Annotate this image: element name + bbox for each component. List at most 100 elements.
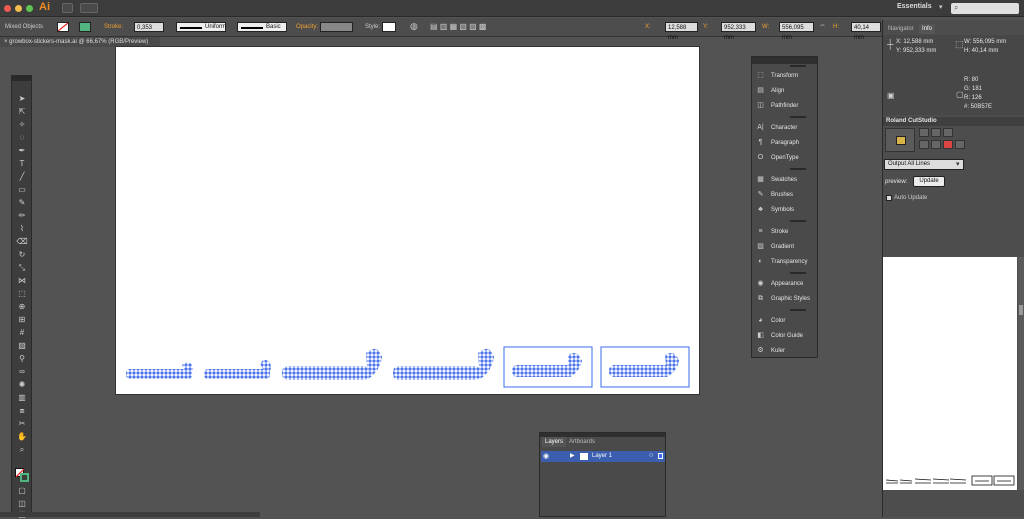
free-transform-tool-icon[interactable]: ⬚ — [16, 289, 28, 298]
minimize-window-button[interactable] — [15, 5, 22, 12]
update-button[interactable]: Update — [913, 176, 945, 187]
layer-name[interactable]: Layer 1 — [592, 453, 612, 459]
panel-dock-header[interactable] — [752, 57, 817, 64]
right-scrollbar-thumb[interactable] — [1019, 305, 1023, 315]
panel-swatches[interactable]: ▦ Swatches — [756, 174, 797, 186]
panel-character[interactable]: A| Character — [756, 122, 797, 134]
panel-appearance[interactable]: ◉ Appearance — [756, 278, 803, 290]
link-proportions-icon[interactable]: ⇔ — [819, 22, 826, 29]
line-tool-icon[interactable]: ╱ — [16, 172, 28, 181]
shape-builder-tool-icon[interactable]: ⊕ — [16, 302, 28, 311]
stroke-label[interactable]: Stroke: — [104, 24, 123, 30]
w-field[interactable]: 556,095 mm — [779, 22, 814, 41]
color-mode-icons[interactable]: ▢ — [16, 486, 28, 495]
graphic-style-swatch[interactable] — [382, 22, 396, 32]
registration-tool-icon[interactable] — [931, 140, 941, 149]
y-field[interactable]: 952,333 mm — [721, 22, 756, 41]
lasso-tool-icon[interactable]: ◌ — [16, 133, 28, 142]
settings-tool-icon[interactable] — [955, 140, 965, 149]
auto-update-checkbox[interactable] — [886, 195, 892, 201]
visibility-eye-icon[interactable]: ◉ — [543, 452, 549, 460]
eraser-tool-icon[interactable]: ⌫ — [16, 237, 28, 246]
tab-info[interactable]: Info — [919, 24, 936, 34]
align-icons[interactable]: ▤ ▥ ▦ ▧ ▨ ▩ — [430, 22, 486, 31]
panel-color[interactable]: ◕ Color — [756, 315, 785, 327]
artboard-tool-icon[interactable]: ⧈ — [16, 406, 28, 415]
pencil-tool-icon[interactable]: ✏ — [16, 211, 28, 220]
magic-wand-tool-icon[interactable]: ✧ — [16, 120, 28, 129]
panel-pathfinder[interactable]: ◫ Pathfinder — [756, 100, 798, 112]
tab-artboards[interactable]: Artboards — [566, 437, 598, 447]
opacity-label[interactable]: Opacity: — [296, 24, 318, 30]
artboard[interactable] — [115, 46, 700, 395]
blend-tool-icon[interactable]: ∞ — [16, 367, 28, 376]
width-tool-icon[interactable]: ⋈ — [16, 276, 28, 285]
variable-width-profile[interactable]: Uniform — [176, 22, 226, 32]
blob-brush-tool-icon[interactable]: ⌇ — [16, 224, 28, 233]
panel-graphic-styles[interactable]: ⧉ Graphic Styles — [756, 293, 810, 305]
cut-tool-icon[interactable] — [919, 128, 929, 137]
close-window-button[interactable] — [4, 5, 11, 12]
search-input[interactable]: ⌕ — [951, 3, 1019, 14]
gradient-tool-icon[interactable]: ▨ — [16, 341, 28, 350]
target-icon[interactable]: ○ — [649, 452, 653, 459]
hand-tool-icon[interactable]: ✋ — [16, 432, 28, 441]
stroke-swatch[interactable] — [79, 22, 91, 32]
bridge-icon[interactable] — [62, 3, 73, 13]
rotate-tool-icon[interactable]: ↻ — [16, 250, 28, 259]
scale-tool-icon[interactable]: ⤡ — [16, 263, 28, 272]
panel-stroke[interactable]: ≡ Stroke — [756, 226, 788, 238]
panel-paragraph[interactable]: ¶ Paragraph — [756, 137, 799, 149]
paintbrush-tool-icon[interactable]: ✎ — [16, 198, 28, 207]
arrange-documents-icon[interactable] — [80, 3, 98, 13]
sticker-artwork[interactable] — [116, 47, 701, 396]
output-lines-select[interactable]: Output All Lines ▾ — [884, 159, 964, 170]
workspace-switcher[interactable]: Essentials — [897, 3, 945, 14]
panel-align[interactable]: ▤ Align — [756, 85, 784, 97]
tools-panel-header[interactable] — [12, 76, 31, 81]
cutstudio-logo-button[interactable] — [885, 128, 915, 152]
tab-layers[interactable]: Layers — [542, 437, 567, 447]
panel-color-guide[interactable]: ◧ Color Guide — [756, 330, 803, 342]
panel-symbols[interactable]: ♣ Symbols — [756, 204, 794, 216]
check-tool-icon[interactable] — [943, 140, 953, 149]
recolor-artwork-icon[interactable]: ◍ — [410, 21, 418, 32]
expand-arrow-icon[interactable]: ▶ — [570, 452, 575, 459]
rectangle-tool-icon[interactable]: ▭ — [16, 185, 28, 194]
zoom-tool-icon[interactable]: ⌕ — [16, 445, 28, 454]
selection-tool-icon[interactable]: ➤ — [16, 94, 28, 103]
pen-tool-icon[interactable]: ✒ — [16, 146, 28, 155]
opacity-field[interactable] — [320, 22, 353, 32]
drawing-mode-icon[interactable]: ◫ — [16, 499, 28, 508]
symbol-sprayer-tool-icon[interactable]: ✺ — [16, 380, 28, 389]
column-graph-tool-icon[interactable]: ▥ — [16, 393, 28, 402]
x-field[interactable]: 12,588 mm — [665, 22, 698, 41]
workspace-dropdown-icon[interactable]: ▾ — [939, 3, 947, 13]
stroke-color-icon[interactable] — [20, 473, 29, 482]
weed-tool-icon[interactable] — [931, 128, 941, 137]
type-tool-icon[interactable]: T — [16, 159, 28, 168]
offset-tool-icon[interactable] — [919, 140, 929, 149]
direct-selection-tool-icon[interactable]: ⇱ — [16, 107, 28, 116]
mesh-tool-icon[interactable]: # — [16, 328, 28, 337]
stroke-weight-field[interactable]: 0,353 — [134, 22, 164, 32]
tab-navigator[interactable]: Navigator — [885, 24, 917, 34]
layer-row[interactable]: ◉ ▶ Layer 1 ○ — [541, 451, 665, 462]
panel-gradient[interactable]: ▨ Gradient — [756, 241, 794, 253]
panel-opentype[interactable]: O OpenType — [756, 152, 799, 164]
perspective-grid-tool-icon[interactable]: ⊞ — [16, 315, 28, 324]
pathfinder-icon: ◫ — [757, 102, 764, 109]
eyedropper-tool-icon[interactable]: ⚲ — [16, 354, 28, 363]
panel-kuler[interactable]: ⚙ Kuler — [756, 345, 785, 357]
slice-tool-icon[interactable]: ✂ — [16, 419, 28, 428]
h-field[interactable]: 40,14 mm — [851, 22, 881, 41]
panel-transform[interactable]: ⬚ Transform — [756, 70, 798, 82]
zoom-window-button[interactable] — [26, 5, 33, 12]
brush-definition[interactable]: Basic — [237, 22, 287, 32]
panel-transparency[interactable]: ◐ Transparency — [756, 256, 807, 268]
panel-brushes[interactable]: ✎ Brushes — [756, 189, 793, 201]
contour-tool-icon[interactable] — [943, 128, 953, 137]
selection-indicator-icon[interactable] — [658, 453, 663, 459]
fill-swatch[interactable] — [57, 22, 69, 32]
right-scrollbar[interactable] — [1018, 257, 1024, 490]
